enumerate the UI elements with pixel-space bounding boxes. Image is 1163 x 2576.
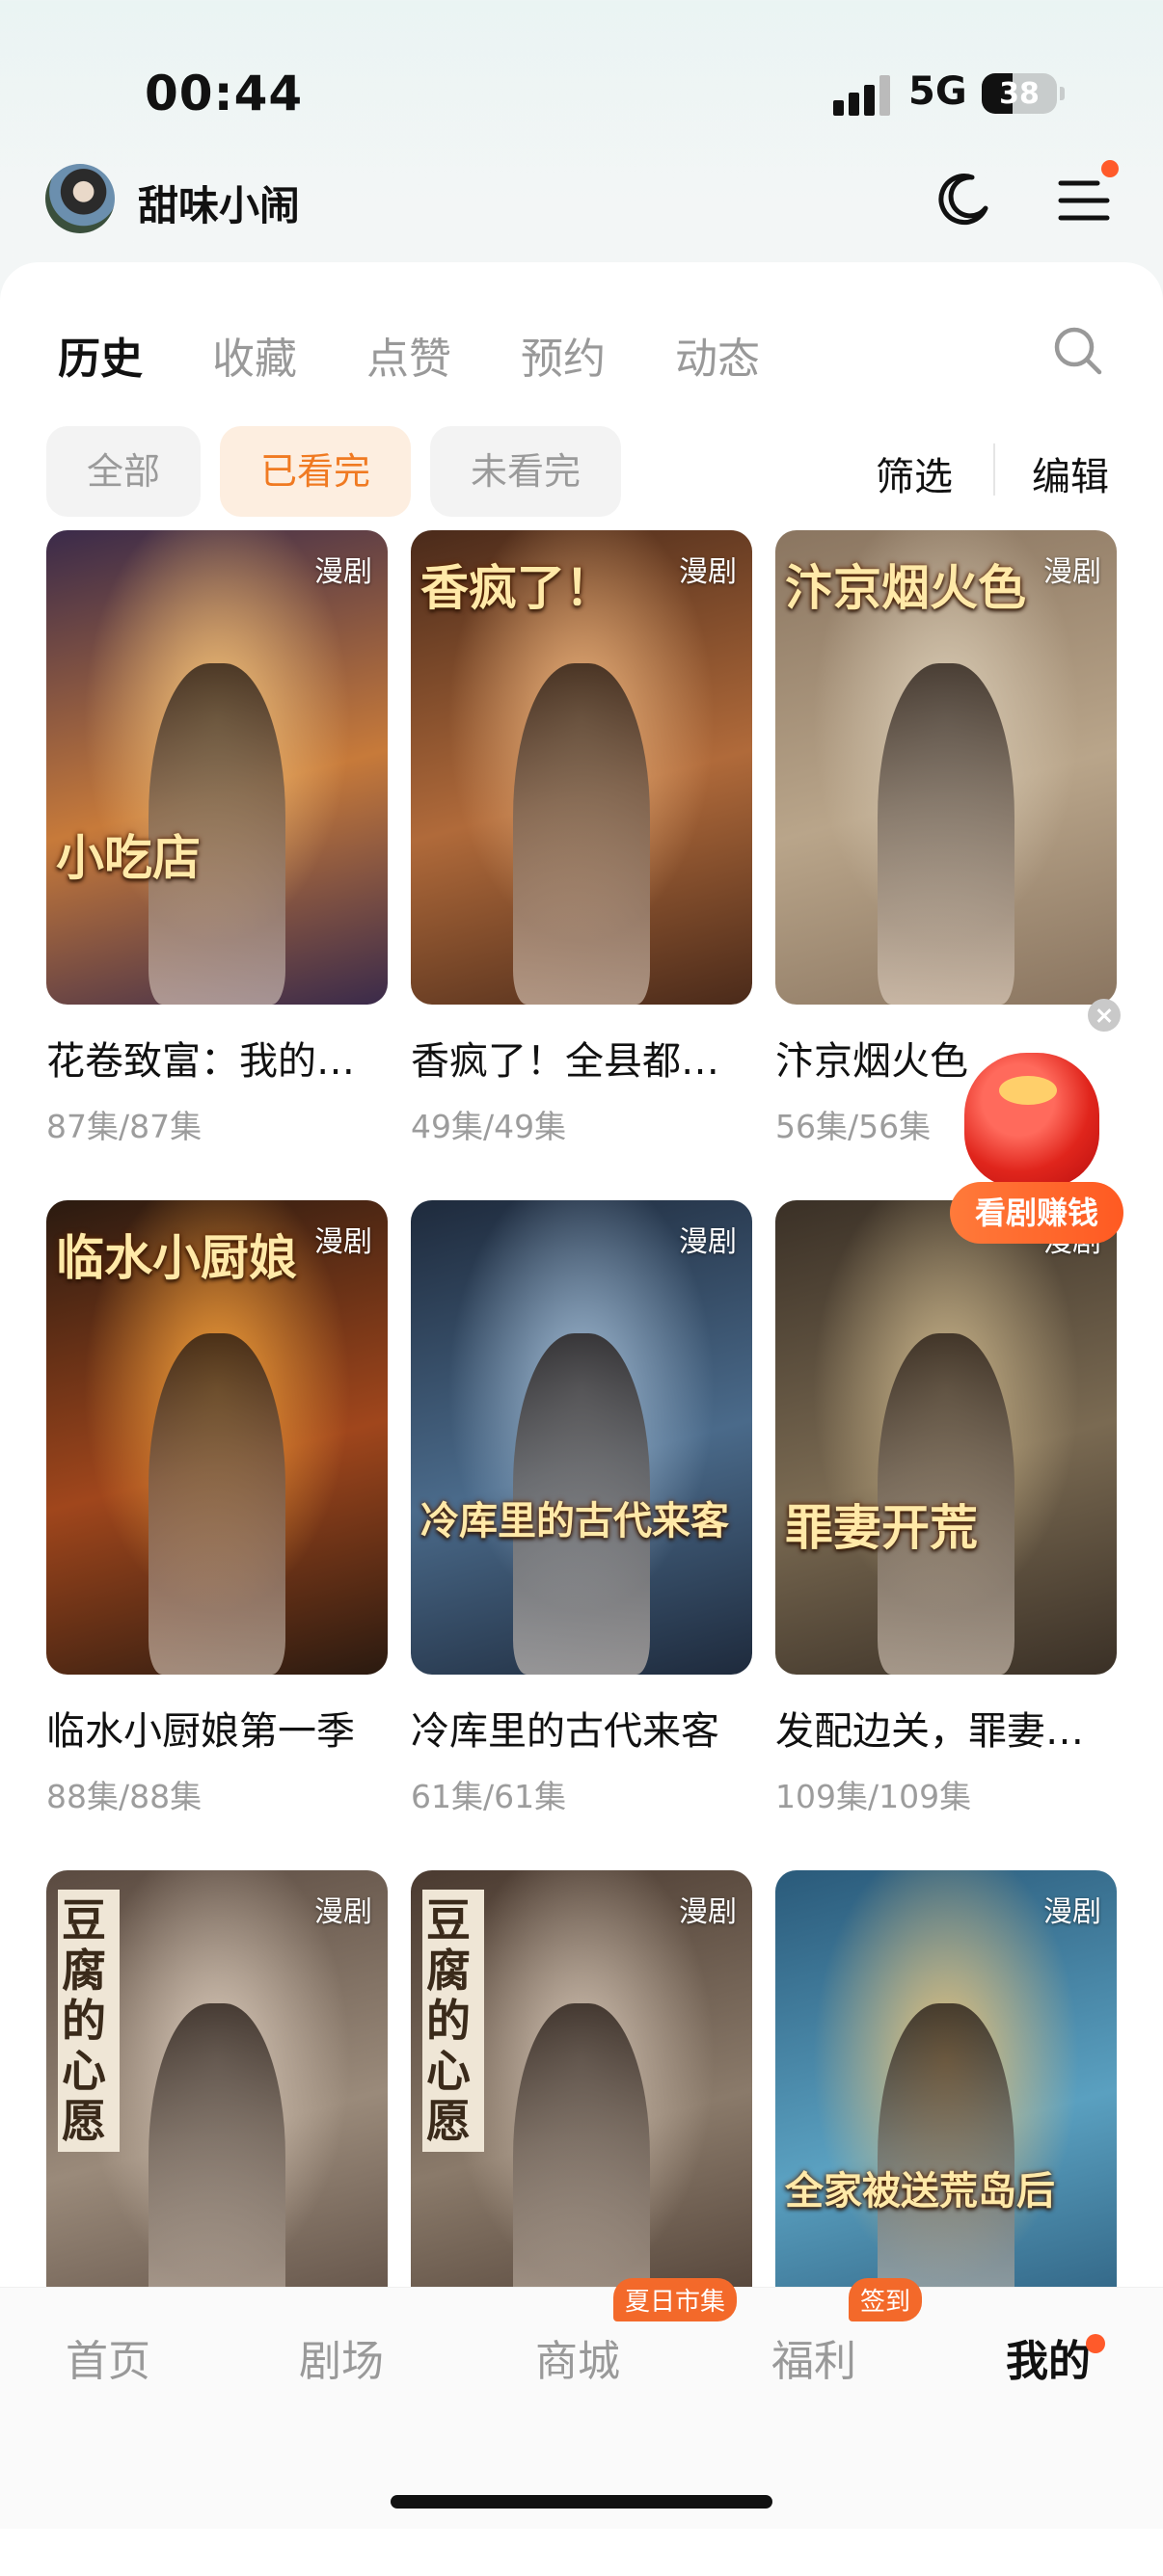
drama-poster[interactable]: 漫剧 临水小厨娘 — [46, 1200, 388, 1675]
poster-title: 全家被送荒岛后 — [785, 2168, 1055, 2214]
moon-icon[interactable] — [935, 170, 993, 228]
filter-chips: 全部 已看完 未看完 — [46, 426, 640, 517]
welfare-badge: 签到 — [849, 2278, 923, 2321]
drama-card[interactable]: 漫剧 冷库里的古代来客 冷库里的古代来客 61集/61集 — [411, 1200, 752, 1817]
poster-title: 临水小厨娘 — [56, 1229, 297, 1286]
tab-likes[interactable]: 点赞 — [366, 324, 451, 384]
drama-card[interactable]: 漫剧 汴京烟火色 汴京烟火色 56集/56集 — [775, 530, 1117, 1147]
drama-tag: 漫剧 — [679, 1895, 737, 1929]
battery-level: 38 — [999, 77, 1040, 111]
home-indicator — [391, 2495, 772, 2509]
nav-mine[interactable]: 我的 — [1006, 2326, 1091, 2388]
red-envelope-icon[interactable] — [964, 1053, 1099, 1188]
nav-mall[interactable]: 商城 — [535, 2326, 620, 2388]
episode-count: 88集/88集 — [46, 1778, 203, 1815]
earn-by-watching-button[interactable]: 看剧赚钱 — [950, 1182, 1123, 1244]
edit-button[interactable]: 编辑 — [1032, 445, 1109, 501]
drama-card[interactable]: 漫剧 临水小厨娘临水小厨娘第一季 88集/88集 — [46, 1200, 388, 1817]
drama-card[interactable]: 漫剧 香疯了！ 香疯了！全县都… 49集/49集 — [411, 530, 752, 1147]
signal-icon — [833, 75, 893, 116]
notification-dot — [1101, 160, 1119, 177]
drama-poster[interactable]: 漫剧 豆腐的心愿 — [46, 1870, 388, 2345]
drama-poster[interactable]: 漫剧小吃店 — [46, 530, 388, 1005]
poster-title: 小吃店 — [56, 829, 201, 886]
drama-poster[interactable]: 漫剧 汴京烟火色 — [775, 530, 1117, 1005]
poster-figure — [149, 1332, 285, 1675]
network-type: 5G — [908, 69, 967, 114]
poster-title: 豆腐的心愿 — [58, 1890, 120, 2152]
drama-tag: 漫剧 — [1043, 1895, 1101, 1929]
drama-tag: 漫剧 — [314, 1895, 372, 1929]
nav-welfare[interactable]: 福利 — [771, 2326, 856, 2388]
tab-bar: 历史 收藏 点赞 预约 动态 — [58, 324, 829, 384]
drama-card[interactable]: 漫剧罪妻开荒发配边关，罪妻… 109集/109集 — [775, 1200, 1117, 1817]
filter-button[interactable]: 筛选 — [876, 445, 953, 501]
drama-card[interactable]: 漫剧小吃店花卷致富：我的… 87集/87集 — [46, 530, 388, 1147]
episode-count: 49集/49集 — [411, 1108, 567, 1145]
status-bar: 00:44 5G 38 — [0, 0, 1163, 183]
search-icon[interactable] — [1051, 324, 1105, 378]
poster-figure — [513, 662, 650, 1005]
status-time: 00:44 — [145, 66, 304, 121]
menu-icon[interactable] — [1055, 172, 1113, 229]
drama-title[interactable]: 发配边关，罪妻… — [775, 1700, 1117, 1756]
poster-title: 冷库里的古代来客 — [420, 1498, 729, 1543]
divider — [993, 443, 995, 496]
poster-title: 罪妻开荒 — [785, 1499, 978, 1556]
poster-title: 豆腐的心愿 — [422, 1890, 484, 2152]
drama-title[interactable]: 冷库里的古代来客 — [411, 1700, 752, 1756]
episode-count: 109集/109集 — [775, 1778, 972, 1815]
drama-title[interactable]: 花卷致富：我的… — [46, 1030, 388, 1086]
tab-reservations[interactable]: 预约 — [521, 324, 606, 384]
episode-count: 61集/61集 — [411, 1778, 567, 1815]
drama-tag: 漫剧 — [314, 555, 372, 589]
episode-count: 87集/87集 — [46, 1108, 203, 1145]
drama-poster[interactable]: 漫剧 豆腐的心愿 — [411, 1870, 752, 2345]
drama-title[interactable]: 临水小厨娘第一季 — [46, 1700, 388, 1756]
nav-theater[interactable]: 剧场 — [299, 2326, 384, 2388]
poster-title: 香疯了！ — [420, 559, 613, 616]
poster-figure — [878, 662, 1014, 1005]
nav-home[interactable]: 首页 — [66, 2326, 150, 2388]
mine-dot — [1086, 2334, 1105, 2353]
bottom-nav: 首页 剧场 商城 夏日市集 福利 签到 我的 — [0, 2278, 1163, 2529]
battery-icon: 38 — [982, 73, 1065, 114]
tab-favorites[interactable]: 收藏 — [212, 324, 297, 384]
drama-poster[interactable]: 漫剧罪妻开荒 — [775, 1200, 1117, 1675]
drama-title[interactable]: 香疯了！全县都… — [411, 1030, 752, 1086]
avatar[interactable] — [45, 164, 115, 233]
username[interactable]: 甜味小闹 — [138, 174, 300, 232]
drama-tag: 漫剧 — [679, 1225, 737, 1259]
chip-unfinished[interactable]: 未看完 — [430, 426, 622, 517]
chip-all[interactable]: 全部 — [46, 426, 202, 517]
chip-finished[interactable]: 已看完 — [220, 426, 412, 517]
drama-poster[interactable]: 漫剧冷库里的古代来客 — [411, 1200, 752, 1675]
tab-activity[interactable]: 动态 — [675, 324, 760, 384]
close-icon[interactable] — [1088, 999, 1121, 1032]
mall-badge: 夏日市集 — [613, 2278, 738, 2321]
poster-title: 汴京烟火色 — [785, 559, 1026, 616]
drama-poster[interactable]: 漫剧全家被送荒岛后 — [775, 1870, 1117, 2345]
drama-poster[interactable]: 漫剧 香疯了！ — [411, 530, 752, 1005]
tab-history[interactable]: 历史 — [58, 324, 143, 384]
